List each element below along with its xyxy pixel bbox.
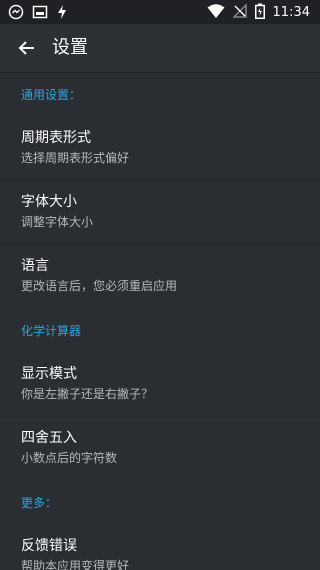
pref-title: 显示模式 (21, 366, 77, 382)
section-header-general: 通用设置： (21, 88, 82, 102)
pref-title: 语言 (21, 258, 49, 274)
pref-summary: 帮助本应用变得更好 (21, 559, 130, 570)
pref-font-size[interactable]: 字体大小 调整字体大小 (0, 181, 320, 245)
status-time: 11:34 (272, 5, 310, 20)
pref-title: 周期表形式 (21, 130, 91, 146)
pref-title: 字体大小 (21, 194, 77, 210)
settings-list: 通用设置： 周期表形式 选择周期表形式偏好 字体大小 调整字体大小 语言 更改语… (0, 73, 320, 570)
pref-summary: 小数点后的字符数 (21, 451, 118, 465)
no-signal-icon (231, 3, 247, 23)
image-icon (32, 4, 48, 24)
pref-display-mode[interactable]: 显示模式 你是左撇子还是右撇子？ (0, 353, 320, 417)
notification-icon (8, 4, 24, 24)
section-header-more: 更多： (21, 496, 58, 510)
pref-language[interactable]: 语言 更改语言后，您必须重启应用 (0, 245, 320, 309)
wifi-icon (207, 3, 225, 23)
flash-icon (56, 4, 68, 24)
pref-report-bug[interactable]: 反馈错误 帮助本应用变得更好 (0, 525, 320, 570)
pref-summary: 选择周期表形式偏好 (21, 151, 130, 165)
battery-charging-icon (254, 3, 265, 23)
section-header-chem-calculator: 化学计算器 (21, 324, 82, 338)
arrow-left-icon[interactable] (14, 35, 40, 61)
page-title: 设置 (52, 37, 88, 58)
status-bar: 11:34 (0, 0, 320, 24)
pref-summary: 调整字体大小 (21, 215, 94, 229)
pref-title: 反馈错误 (21, 538, 77, 554)
pref-rounding[interactable]: 四舍五入 小数点后的字符数 (0, 417, 320, 481)
pref-summary: 你是左撇子还是右撇子？ (21, 387, 154, 401)
pref-periodic-table-style[interactable]: 周期表形式 选择周期表形式偏好 (0, 117, 320, 181)
app-bar: 设置 (0, 24, 320, 73)
pref-summary: 更改语言后，您必须重启应用 (21, 279, 178, 293)
pref-title: 四舍五入 (21, 430, 77, 446)
